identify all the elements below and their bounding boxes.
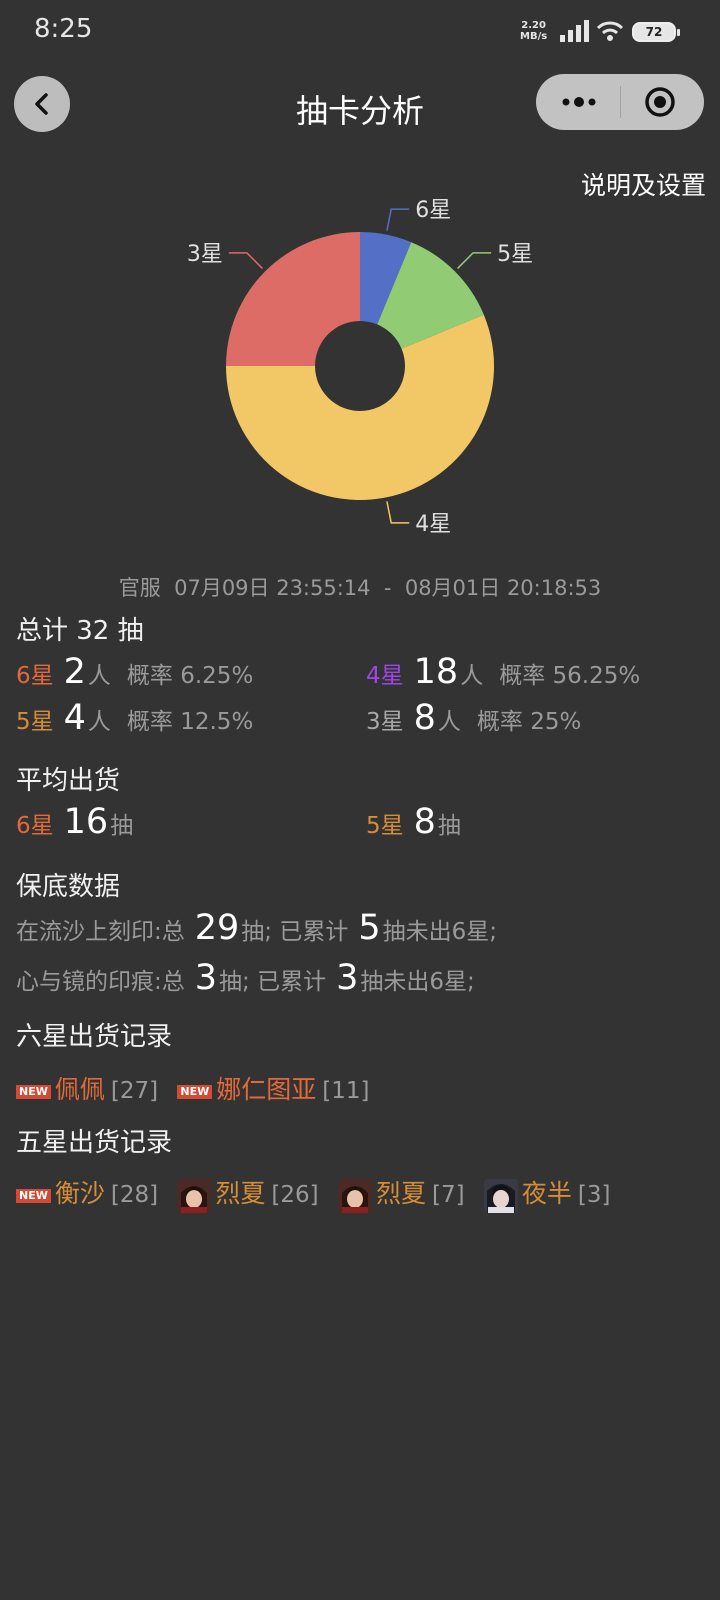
pie-slice-4[interactable]: [226, 232, 360, 366]
star-rate: 概率 56.25%: [499, 663, 641, 689]
pity-row: 心与镜的印痕:总 3抽; 已累计 3抽未出6星;: [16, 958, 475, 998]
star-3-stat: 3星 8人 概率 25%: [366, 698, 581, 738]
average-unit: 抽: [110, 813, 134, 839]
signal-icon: [560, 20, 589, 42]
pull-distribution-chart: 6星 5星 4星 3星: [187, 198, 533, 537]
range-end: 08月01日 20:18:53: [404, 576, 602, 600]
pool-name: 心与镜的印痕:总: [16, 969, 185, 995]
star-unit: 人: [437, 709, 461, 735]
pool-mid-text: 抽; 已累计: [241, 919, 349, 945]
slice-label: 3星: [187, 242, 223, 267]
record-item: 夜半 [3]: [483, 1178, 623, 1213]
record-item: NEW 衡沙 [28]: [16, 1179, 170, 1208]
battery-indicator: 72: [632, 22, 680, 42]
star-label: 5星: [16, 709, 54, 735]
average-title: 平均出货: [16, 766, 121, 796]
server-label: 官服: [118, 576, 161, 600]
star-rate: 概率 25%: [476, 709, 582, 735]
network-speed-unit: MB/s: [520, 31, 548, 42]
pool-accumulated: 5: [358, 908, 381, 948]
pool-total: 29: [194, 908, 240, 948]
date-range: 官服 07月09日 23:55:14 - 08月01日 20:18:53: [0, 572, 720, 602]
pull-count: [7]: [431, 1182, 465, 1208]
star-6-stat: 6星 2人 概率 6.25%: [16, 652, 253, 692]
star-count: 2: [63, 652, 86, 692]
pool-name: 在流沙上刻印:总: [16, 919, 185, 945]
pool-mid-text: 抽; 已累计: [219, 969, 327, 995]
star-5-stat: 5星 4人 概率 12.5%: [16, 698, 253, 738]
character-name: 衡沙: [54, 1179, 105, 1208]
range-separator: -: [383, 576, 392, 600]
character-name: 烈夏: [215, 1179, 266, 1208]
character-name: 娜仁图亚: [216, 1075, 317, 1104]
star-count: 4: [63, 698, 86, 738]
five-record-title: 五星出货记录: [16, 1128, 173, 1158]
pull-count: [26]: [271, 1182, 319, 1208]
star-4-stat: 4星 18人 概率 56.25%: [366, 652, 640, 692]
five-record-list: NEW 衡沙 [28] 烈夏 [26] 烈夏 [7] 夜半 [3]: [16, 1174, 622, 1213]
star-unit: 人: [87, 709, 111, 735]
character-avatar-icon: [483, 1178, 518, 1213]
star-count: 18: [413, 652, 459, 692]
pull-count: [28]: [110, 1182, 159, 1208]
new-badge: NEW: [16, 1084, 51, 1099]
leader-line: [386, 208, 410, 231]
status-time: 8:25: [34, 14, 93, 44]
star-rate: 概率 12.5%: [126, 709, 254, 735]
pity-row: 在流沙上刻印:总 29抽; 已累计 5抽未出6星;: [16, 908, 497, 948]
star-label: 4星: [366, 663, 404, 689]
capsule-divider: [620, 86, 621, 118]
character-name: 烈夏: [375, 1179, 426, 1208]
pool-accumulated: 3: [336, 958, 359, 998]
average-six: 6星 16抽: [16, 802, 133, 842]
star-rate: 概率 6.25%: [126, 663, 254, 689]
pull-count: [3]: [577, 1182, 611, 1208]
character-name: 夜半: [521, 1179, 572, 1208]
pool-tail-text: 抽未出6星;: [382, 919, 498, 945]
character-avatar-icon: [177, 1178, 212, 1213]
average-value: 8: [413, 802, 436, 842]
slice-label: 4星: [415, 512, 451, 537]
total-pulls: 总计 32 抽: [16, 616, 144, 646]
six-record-list: NEW 佩佩 [27] NEW 娜仁图亚 [11]: [16, 1070, 382, 1106]
star-label: 6星: [16, 663, 54, 689]
average-value: 16: [63, 802, 109, 842]
slice-label: 5星: [497, 242, 533, 267]
close-target-icon[interactable]: [644, 86, 676, 118]
wifi-icon: [596, 21, 624, 41]
average-unit: 抽: [437, 813, 461, 839]
star-unit: 人: [460, 663, 484, 689]
star-unit: 人: [87, 663, 111, 689]
record-item: NEW 佩佩 [27]: [16, 1075, 170, 1104]
more-options-icon[interactable]: [558, 90, 600, 114]
average-five: 5星 8抽: [366, 802, 461, 842]
pity-title: 保底数据: [16, 872, 121, 902]
star-label: 5星: [366, 813, 404, 839]
pool-tail-text: 抽未出6星;: [360, 969, 475, 995]
record-item: 烈夏 [7]: [337, 1178, 477, 1213]
leader-line: [457, 252, 492, 269]
new-badge: NEW: [177, 1084, 213, 1099]
network-speed: 2.20 MB/s: [520, 20, 547, 42]
star-label: 3星: [366, 709, 404, 735]
leader-line: [386, 501, 410, 524]
pull-count: [11]: [322, 1078, 370, 1104]
star-count: 8: [413, 698, 436, 738]
network-speed-value: 2.20: [521, 20, 546, 31]
record-item: NEW 娜仁图亚 [11]: [177, 1075, 381, 1104]
character-avatar-icon: [337, 1178, 372, 1213]
pull-count: [27]: [110, 1078, 159, 1104]
record-item: 烈夏 [26]: [177, 1178, 330, 1213]
range-start: 07月09日 23:55:14: [174, 576, 371, 600]
star-label: 6星: [16, 813, 54, 839]
six-record-title: 六星出货记录: [16, 1022, 173, 1052]
leader-line: [228, 252, 263, 269]
character-name: 佩佩: [54, 1075, 105, 1104]
pool-total: 3: [194, 958, 218, 998]
mini-program-capsule: [536, 74, 704, 130]
slice-label: 6星: [415, 198, 451, 223]
new-badge: NEW: [16, 1188, 51, 1203]
